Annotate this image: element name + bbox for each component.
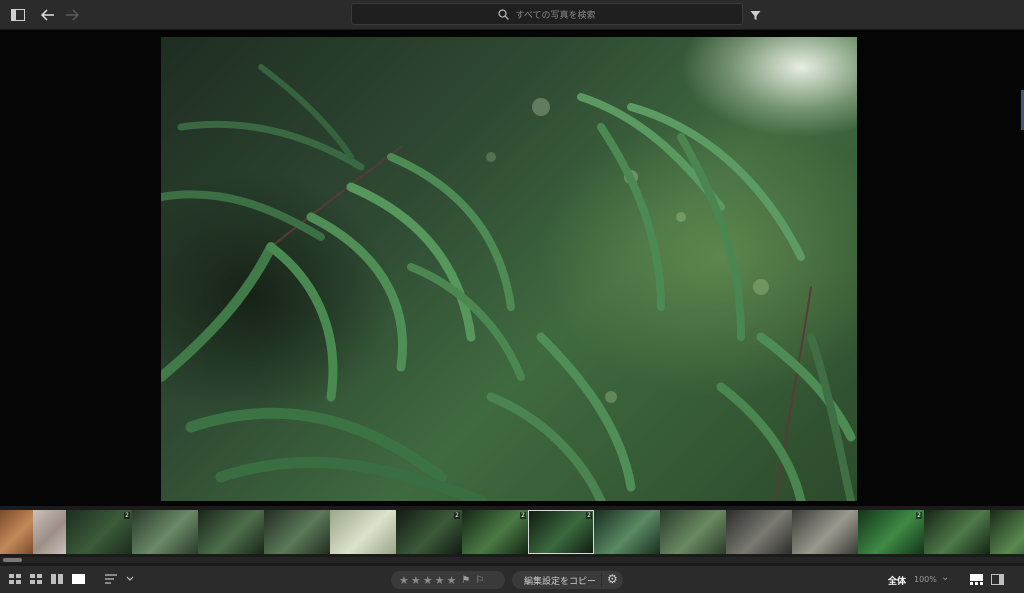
flag-reject-icon[interactable]: ⚐ (475, 575, 484, 586)
stack-count-badge: 2 (124, 512, 130, 519)
filmstrip-thumb[interactable] (33, 510, 66, 554)
stack-count-badge: 2 (586, 512, 592, 519)
filmstrip-thumb[interactable] (990, 510, 1024, 554)
filmstrip-thumb[interactable] (132, 510, 198, 554)
search-placeholder: すべての写真を検索 (515, 10, 596, 21)
sort-chevron-down-icon[interactable] (126, 572, 134, 586)
filmstrip-thumb[interactable]: 2 (528, 510, 594, 554)
filter-icon[interactable] (745, 5, 765, 25)
stack-count-badge: 2 (916, 512, 922, 519)
filmstrip-thumb[interactable]: 2 (66, 510, 132, 554)
grid-medium-icon[interactable] (30, 572, 42, 586)
filmstrip-thumb[interactable] (726, 510, 792, 554)
filmstrip-scrollbar[interactable] (0, 557, 1024, 563)
flag-pick-icon[interactable]: ⚑ (461, 575, 470, 586)
filmstrip-thumb[interactable] (660, 510, 726, 554)
filmstrip-thumb[interactable] (924, 510, 990, 554)
fern-artwork (161, 64, 856, 501)
zoom-chevron-down-icon[interactable]: ⌄ (941, 572, 949, 583)
filmstrip-thumb[interactable] (594, 510, 660, 554)
single-view-icon[interactable] (72, 572, 85, 586)
star-icon[interactable]: ★ (447, 574, 457, 587)
filmstrip-toggle-icon[interactable] (970, 572, 983, 586)
rating-and-flag-group: ★ ★ ★ ★ ★ ⚑ ⚐ (391, 571, 505, 589)
filmstrip-thumb[interactable]: 2 (396, 510, 462, 554)
filmstrip-thumb[interactable] (0, 510, 33, 554)
search-field[interactable]: すべての写真を検索 (351, 3, 743, 25)
copy-settings-label: 編集設定をコピー (524, 576, 597, 587)
gear-icon[interactable]: ⚙ (607, 572, 618, 586)
grid-small-icon[interactable] (9, 572, 21, 586)
filmstrip-thumb[interactable] (264, 510, 330, 554)
bottom-toolbar: ★ ★ ★ ★ ★ ⚑ ⚐ 編集設定をコピー ⚙ 全体 100% ⌄ (0, 566, 1024, 593)
zoom-fit-label[interactable]: 全体 (888, 574, 906, 587)
compare-icon[interactable] (51, 572, 63, 586)
stack-count-badge: 2 (454, 512, 460, 519)
main-photo[interactable] (161, 37, 857, 501)
zoom-percent[interactable]: 100% (914, 575, 937, 584)
filmstrip-thumb[interactable]: 2 (462, 510, 528, 554)
filmstrip-scrollbar-thumb[interactable] (3, 558, 22, 562)
filmstrip-thumb[interactable]: 2 (858, 510, 924, 554)
sort-icon[interactable] (105, 572, 119, 586)
forward-icon[interactable] (62, 5, 82, 25)
star-icon[interactable]: ★ (399, 574, 409, 587)
top-toolbar: すべての写真を検索 (0, 0, 1024, 30)
stack-count-badge: 2 (520, 512, 526, 519)
star-icon[interactable]: ★ (423, 574, 433, 587)
sidebar-toggle-icon[interactable] (8, 5, 28, 25)
copy-settings-button[interactable]: 編集設定をコピー ⚙ (512, 571, 623, 589)
star-icon[interactable]: ★ (411, 574, 421, 587)
photo-viewer (0, 30, 1024, 506)
search-icon (498, 8, 510, 20)
filmstrip-thumb[interactable] (330, 510, 396, 554)
filmstrip-thumbs: 2 2 2 2 2 (0, 510, 1024, 558)
star-icon[interactable]: ★ (435, 574, 445, 587)
filmstrip-thumb[interactable] (792, 510, 858, 554)
detail-panel-icon[interactable] (991, 572, 1004, 586)
filmstrip-thumb[interactable] (198, 510, 264, 554)
copy-settings-divider (601, 573, 602, 587)
back-icon[interactable] (38, 5, 58, 25)
